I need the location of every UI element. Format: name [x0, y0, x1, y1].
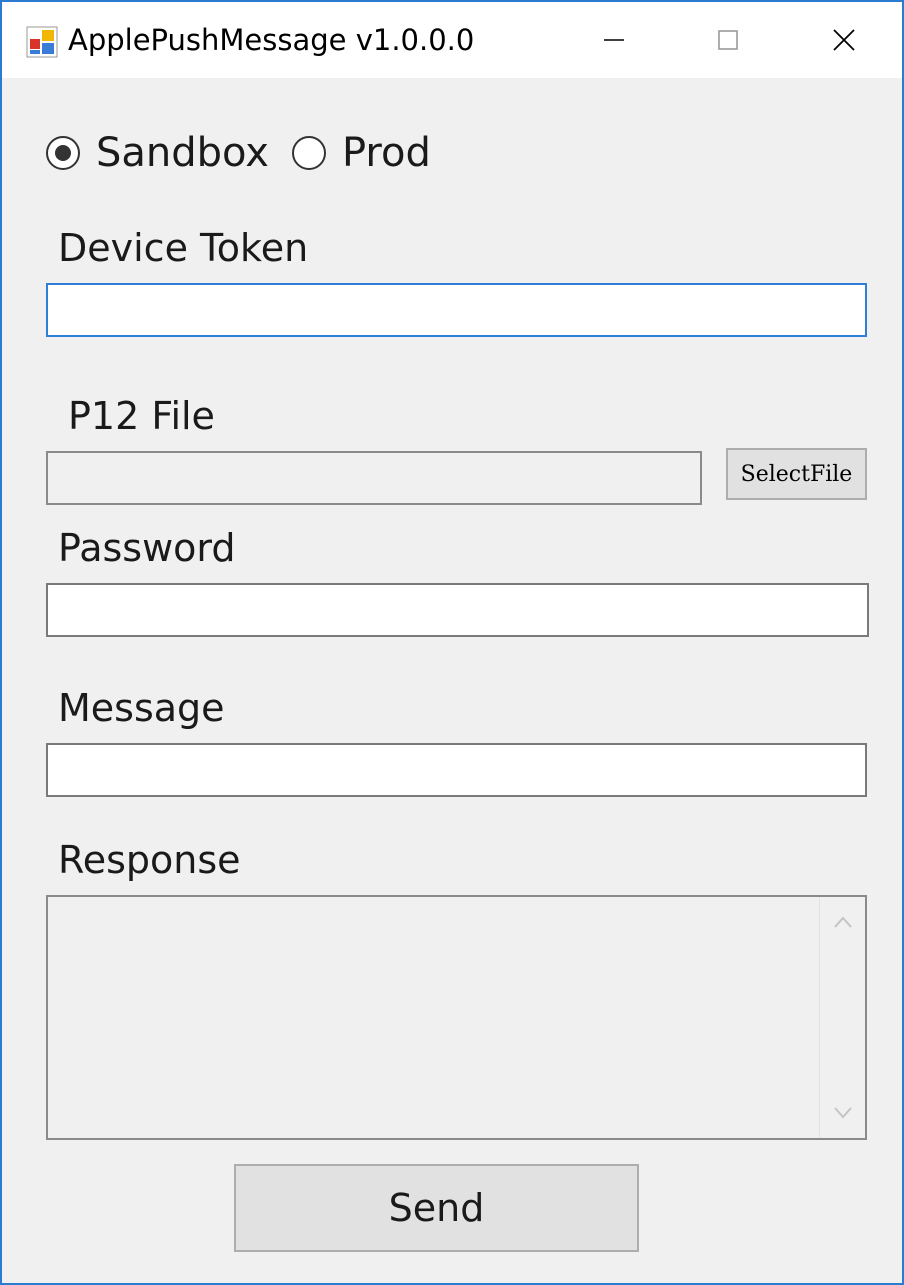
radio-button-checked[interactable] — [46, 136, 80, 170]
response-label: Response — [58, 838, 241, 882]
p12-file-label: P12 File — [68, 394, 215, 438]
window-title: ApplePushMessage v1.0.0.0 — [68, 23, 475, 57]
application-icon — [26, 26, 58, 58]
close-icon — [833, 29, 855, 51]
response-textarea[interactable] — [48, 897, 819, 1138]
p12-file-path-field — [46, 451, 702, 505]
radio-sandbox-label[interactable]: Sandbox — [96, 130, 269, 176]
maximize-button[interactable] — [670, 2, 786, 78]
radio-prod[interactable]: Prod — [292, 130, 431, 176]
message-input[interactable] — [46, 743, 867, 797]
select-file-button[interactable]: SelectFile — [726, 448, 867, 500]
device-token-input[interactable] — [46, 283, 867, 337]
radio-prod-label[interactable]: Prod — [342, 130, 431, 176]
maximize-icon — [718, 30, 738, 50]
scroll-down-button[interactable] — [820, 1088, 866, 1138]
radio-dot — [55, 145, 71, 161]
minimize-icon — [604, 39, 624, 41]
title-bar[interactable]: ApplePushMessage v1.0.0.0 — [2, 2, 902, 78]
app-window: ApplePushMessage v1.0.0.0 Sandbox Prod D… — [0, 0, 904, 1285]
response-output — [46, 895, 867, 1140]
radio-sandbox[interactable]: Sandbox — [46, 130, 269, 176]
chevron-up-icon — [834, 916, 852, 928]
message-label: Message — [58, 686, 225, 730]
send-button[interactable]: Send — [234, 1164, 639, 1252]
radio-button-unchecked[interactable] — [292, 136, 326, 170]
chevron-down-icon — [834, 1107, 852, 1119]
close-button[interactable] — [786, 2, 902, 78]
vertical-scrollbar[interactable] — [819, 897, 865, 1138]
password-input[interactable] — [46, 583, 869, 637]
scroll-up-button[interactable] — [820, 897, 866, 947]
device-token-label: Device Token — [58, 226, 309, 270]
password-label: Password — [58, 526, 236, 570]
minimize-button[interactable] — [556, 2, 672, 78]
